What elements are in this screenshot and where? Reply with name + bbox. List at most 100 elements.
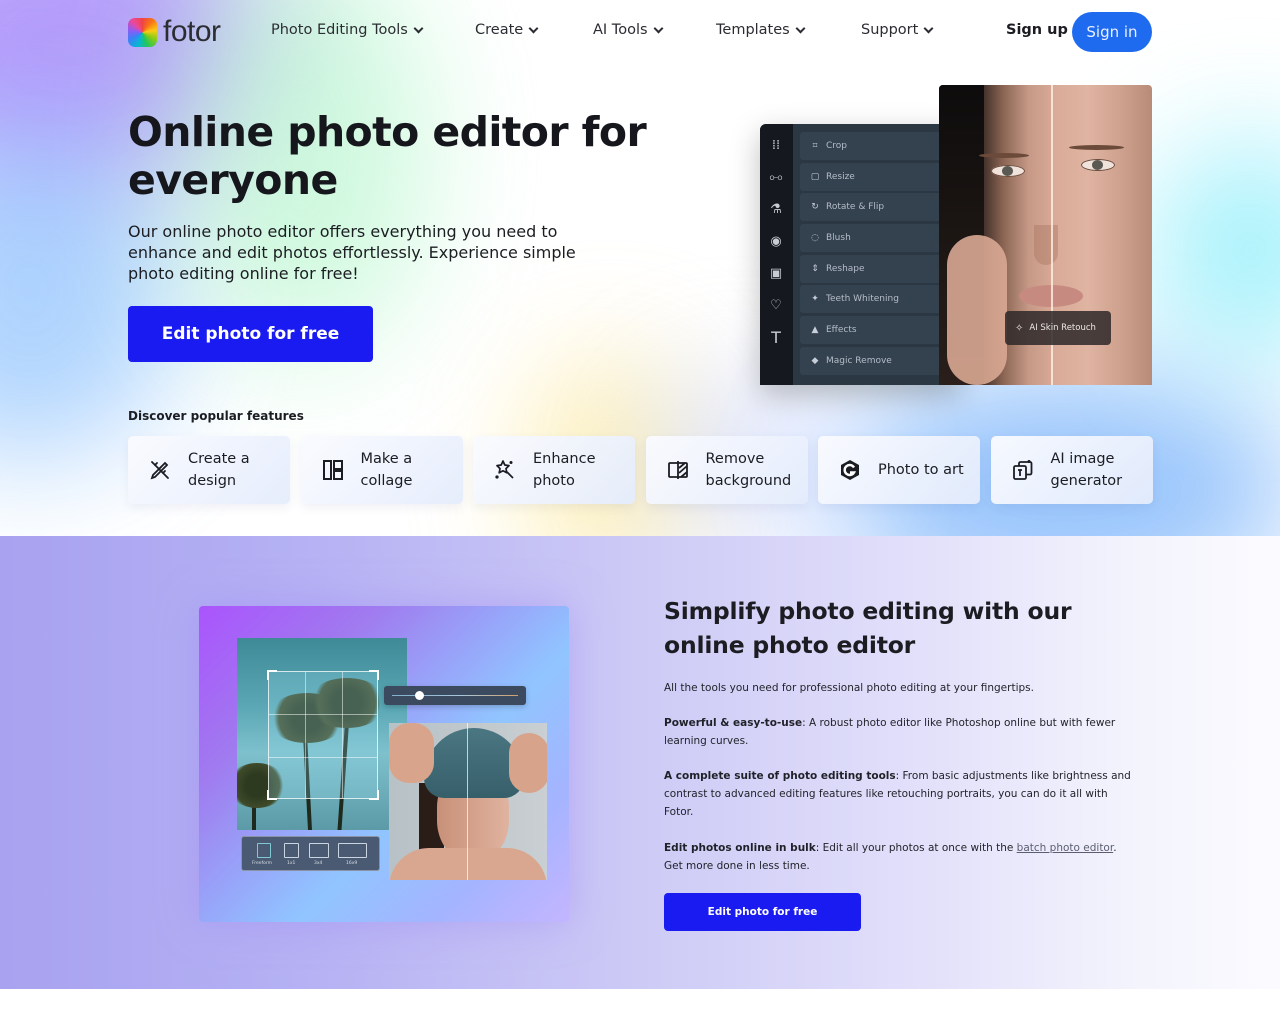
- slider-track: [392, 695, 518, 696]
- edit-photo-for-free-button-secondary[interactable]: Edit photo for free: [664, 893, 861, 931]
- art-hexagon-icon: [841, 460, 859, 480]
- feature-label: Photo to art: [878, 462, 964, 478]
- slider-knob[interactable]: [415, 691, 424, 700]
- nav-item-label: Photo Editing Tools: [271, 22, 408, 38]
- ratio-3x4-option[interactable]: [309, 843, 329, 858]
- features-heading: Discover popular features: [128, 409, 304, 423]
- crop-handle[interactable]: [369, 670, 379, 680]
- hand-shape: [509, 733, 547, 793]
- section-intro: All the tools you need for professional …: [664, 682, 1034, 694]
- eyebrow-shape: [1069, 145, 1124, 150]
- effects-icon: ▲: [811, 325, 819, 336]
- tool-label: Crop: [826, 141, 848, 151]
- grid-line: [269, 757, 377, 758]
- batch-photo-editor-link[interactable]: batch photo editor: [1017, 842, 1114, 854]
- grid-line: [342, 672, 343, 798]
- fotor-logo[interactable]: fotor: [128, 17, 221, 47]
- remove-background-icon: [667, 461, 688, 479]
- text-icon: T: [771, 328, 781, 347]
- feature-label: Create a design: [188, 451, 250, 489]
- aspect-ratio-bar: Freeform 1x1 3x4 16x9: [241, 836, 380, 871]
- feature-make-collage[interactable]: Make a collage: [300, 436, 463, 504]
- ai-image-icon: [1012, 460, 1032, 480]
- feature-label: Make a collage: [360, 451, 413, 489]
- ratio-16x9-option[interactable]: [338, 843, 367, 858]
- tool-label: Blush: [826, 233, 851, 244]
- nav-item-label: Templates: [716, 22, 790, 38]
- adjustment-slider[interactable]: [384, 686, 526, 705]
- grid-icon: ⁞⁞: [771, 138, 781, 153]
- sliders-icon: ⧟: [769, 170, 783, 185]
- tool-rotate-flip: ↻ Rotate & Flip: [800, 193, 960, 222]
- feature-label: AI image generator: [1050, 451, 1123, 489]
- collage-layout-icon: [322, 460, 343, 480]
- eyebrow-shape: [979, 153, 1029, 158]
- point-title: Powerful & easy-to-use: [664, 717, 803, 729]
- feature-point: Powerful & easy-to-use: A robust photo e…: [664, 714, 1134, 750]
- feature-label: Enhance photo: [533, 451, 596, 489]
- feature-cards: Create a design Make a collage Enhance p…: [128, 436, 1153, 504]
- feature-point: Edit photos online in bulk: Edit all you…: [664, 839, 1134, 875]
- feature-enhance-photo[interactable]: Enhance photo: [473, 436, 635, 504]
- bg-blob: [1150, 140, 1280, 360]
- ratio-freeform-option[interactable]: [257, 843, 271, 858]
- editor-mockup-panel: ⁞⁞ ⧟ ⚗ ◉ ▣ ♡ T ⌗ Crop ▢ Resize ↻ Rotate & F…: [760, 124, 960, 385]
- editor-tool-rail: ⁞⁞ ⧟ ⚗ ◉ ▣ ♡ T: [760, 124, 793, 385]
- point-title: Edit photos online in bulk: [664, 842, 816, 854]
- grid-line: [269, 714, 377, 715]
- nav-item-label: Create: [475, 22, 524, 38]
- point-text: : Edit all your photos at once with the: [815, 842, 1017, 854]
- chevron-down-icon: [528, 23, 539, 33]
- feature-photo-to-art[interactable]: Photo to art: [818, 436, 980, 504]
- crop-handle[interactable]: [369, 790, 379, 800]
- tool-reshape: ⇕ Reshape: [800, 254, 960, 283]
- crop-handle[interactable]: [267, 790, 277, 800]
- nav-ai-tools[interactable]: AI Tools: [593, 22, 663, 38]
- frame-icon: ▣: [769, 266, 783, 281]
- pencil-ruler-icon: [150, 461, 169, 480]
- before-after-divider: [467, 723, 468, 880]
- feature-create-design[interactable]: Create a design: [128, 436, 290, 504]
- tool-crop: ⌗ Crop: [800, 132, 960, 160]
- sign-up-link[interactable]: Sign up: [1006, 22, 1068, 38]
- eye-shape: [1081, 159, 1115, 171]
- point-title: A complete suite of photo editing tools: [664, 770, 896, 782]
- shapes-icon: ♡: [770, 298, 782, 313]
- eraser-icon: ◆: [811, 355, 819, 366]
- tool-magic-remove: ◆ Magic Remove: [800, 346, 960, 375]
- ai-skin-retouch-badge: ✧ AI Skin Retouch: [1005, 311, 1111, 345]
- ratio-1x1-option[interactable]: [284, 843, 299, 858]
- chevron-down-icon: [653, 23, 663, 33]
- logo-text: fotor: [163, 15, 221, 48]
- ratio-label: 16x9: [346, 861, 358, 866]
- shoulder-shape: [389, 848, 547, 880]
- nav-item-label: AI Tools: [593, 22, 648, 38]
- feature-remove-background[interactable]: Remove background: [645, 436, 808, 504]
- feature-ai-image-generator[interactable]: AI image generator: [990, 436, 1153, 504]
- crop-grid-overlay[interactable]: [267, 670, 379, 800]
- editor-tool-list: ⌗ Crop ▢ Resize ↻ Rotate & Flip ◌ Blush ⇕ Res…: [800, 132, 960, 378]
- edit-photo-for-free-button[interactable]: Edit photo for free: [128, 306, 373, 362]
- tool-label: Rotate & Flip: [826, 202, 885, 213]
- flask-icon: ⚗: [770, 202, 782, 217]
- crop-handle[interactable]: [267, 670, 277, 680]
- sign-in-button[interactable]: Sign in: [1072, 12, 1152, 52]
- top-navigation: fotor Photo Editing Tools Create AI Tool…: [0, 0, 1280, 64]
- hero-description: Our online photo editor offers everythin…: [128, 222, 576, 283]
- nav-create[interactable]: Create: [475, 22, 539, 38]
- sparkle-brush-icon: ✧: [1015, 322, 1024, 334]
- tool-blush: ◌ Blush: [800, 224, 960, 253]
- teeth-icon: ✦: [811, 294, 819, 305]
- crop-icon: ⌗: [812, 141, 818, 151]
- fotor-logo-icon: [128, 17, 157, 47]
- beanie-portrait-image: [389, 723, 547, 880]
- nav-support[interactable]: Support: [861, 22, 934, 38]
- nav-photo-editing-tools[interactable]: Photo Editing Tools: [271, 22, 424, 38]
- hero-title: Online photo editor for everyone: [128, 108, 647, 204]
- nose-shape: [1034, 225, 1058, 265]
- tool-label: Resize: [826, 171, 855, 182]
- badge-label: AI Skin Retouch: [1029, 323, 1096, 333]
- tool-label: Reshape: [826, 263, 865, 274]
- nav-templates[interactable]: Templates: [716, 22, 806, 38]
- ratio-label: 3x4: [314, 861, 323, 866]
